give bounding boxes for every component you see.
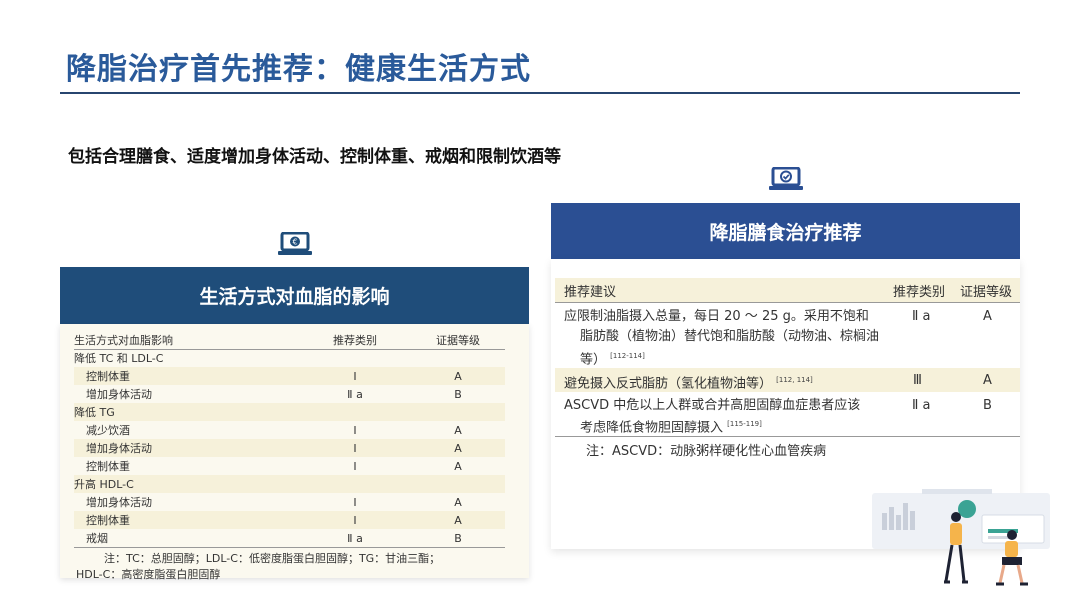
table-footnote: 注：TC：总胆固醇；LDL-C：低密度脂蛋白胆固醇；TG：甘油三酯； xyxy=(104,552,441,565)
table-bottom-rule xyxy=(555,436,1020,437)
group-label: 降低 TC 和 LDL-C xyxy=(74,352,164,365)
title-divider xyxy=(60,92,1020,94)
column-header: 证据等级 xyxy=(436,334,480,347)
column-header: 生活方式对血脂影响 xyxy=(74,334,173,347)
row-label: 增加身体活动 xyxy=(86,496,152,509)
table-row: 戒烟 Ⅱ a B xyxy=(74,529,505,548)
group-label: 降低 TG xyxy=(74,406,115,419)
table-header-row: 生活方式对血脂影响 推荐类别 证据等级 xyxy=(74,331,505,350)
row-label: 增加身体活动 xyxy=(86,388,152,401)
recommendation-text: 考虑降低食物胆固醇摄入 [115-119] xyxy=(580,415,762,437)
column-header: 推荐建议 xyxy=(564,284,617,300)
recommendation-text: ASCVD 中危以上人群或合并高胆固醇血症患者应该 xyxy=(564,398,861,413)
table-row: 控制体重 Ⅰ A xyxy=(74,457,505,475)
evidence-level: A xyxy=(454,513,462,527)
table-header-row: 推荐建议 推荐类别 证据等级 xyxy=(555,278,1020,303)
evidence-level: A xyxy=(454,495,462,509)
evidence-level: B xyxy=(454,531,462,545)
evidence-level: A xyxy=(454,441,462,455)
reference-citation: [115-119] xyxy=(727,420,762,428)
table-row: 降低 TG xyxy=(74,403,505,421)
reference-citation: [112, 114] xyxy=(776,376,813,384)
slide-title: 降脂治疗首先推荐：健康生活方式 xyxy=(66,52,531,87)
row-label: 控制体重 xyxy=(86,514,130,527)
recommendation-text: 脂肪酸（植物油）替代饱和脂肪酸（动物油、棕榈油 xyxy=(580,329,880,344)
evidence-level: A xyxy=(983,373,992,388)
recommendation-text: 考虑降低食物胆固醇摄入 xyxy=(580,420,724,436)
recommend-class: Ⅰ xyxy=(353,369,357,383)
recommend-class: Ⅱ a xyxy=(912,309,931,324)
column-header: 推荐类别 xyxy=(333,334,377,347)
people-chart-illustration xyxy=(872,485,1062,590)
table-row: 增加身体活动 Ⅰ A xyxy=(74,493,505,511)
table-row: 升高 HDL-C xyxy=(74,475,505,493)
reference-citation: [112-114] xyxy=(610,352,645,360)
recommendation-text: 等） [112-114] xyxy=(580,347,645,369)
recommend-class: Ⅰ xyxy=(353,441,357,455)
group-label: 升高 HDL-C xyxy=(74,478,134,491)
table-row: 增加身体活动 Ⅰ A xyxy=(74,439,505,457)
row-label: 控制体重 xyxy=(86,370,130,383)
evidence-level: B xyxy=(454,387,462,401)
recommendation-text: 应限制油脂摄入总量，每日 20 ～ 25 g。采用不饱和 xyxy=(564,309,869,324)
slide-subtitle: 包括合理膳食、适度增加身体活动、控制体重、戒烟和限制饮酒等 xyxy=(68,147,561,167)
table-footnote: 注：ASCVD：动脉粥样硬化性心血管疾病 xyxy=(586,444,827,459)
table-row: 减少饮酒 Ⅰ A xyxy=(74,421,505,439)
right-panel-title: 降脂膳食治疗推荐 xyxy=(709,221,862,244)
recommendation-text: 等） xyxy=(580,352,607,368)
recommend-class: Ⅰ xyxy=(353,495,357,509)
evidence-level: A xyxy=(454,423,462,437)
table-footnote: HDL-C：高密度脂蛋白胆固醇 xyxy=(76,568,221,581)
row-label: 减少饮酒 xyxy=(86,424,130,437)
recommend-class: Ⅲ xyxy=(913,373,922,388)
recommend-class: Ⅰ xyxy=(353,513,357,527)
evidence-level: A xyxy=(454,369,462,383)
svg-text:€: € xyxy=(292,238,297,247)
row-label: 控制体重 xyxy=(86,460,130,473)
column-header: 推荐类别 xyxy=(893,284,946,300)
recommendation-text: 避免摄入反式脂肪（氢化植物油等） xyxy=(564,376,773,392)
recommend-class: Ⅱ a xyxy=(347,387,363,401)
left-panel-title: 生活方式对血脂的影响 xyxy=(199,286,390,308)
recommendation-text: 避免摄入反式脂肪（氢化植物油等） [112, 114] xyxy=(564,371,813,393)
table-row: 控制体重 Ⅰ A xyxy=(74,511,505,529)
recommend-class: Ⅰ xyxy=(353,423,357,437)
evidence-level: A xyxy=(983,309,992,324)
lifestyle-lipid-table: 生活方式对血脂影响 推荐类别 证据等级 降低 TC 和 LDL-C 控制体重 Ⅰ… xyxy=(60,324,529,581)
row-label: 增加身体活动 xyxy=(86,442,152,455)
row-label: 戒烟 xyxy=(86,532,108,545)
evidence-level: B xyxy=(983,398,992,413)
evidence-level: A xyxy=(454,459,462,473)
laptop-currency-icon: € xyxy=(278,231,312,256)
column-header: 证据等级 xyxy=(960,284,1013,300)
laptop-check-icon xyxy=(769,166,803,191)
left-panel-header: 生活方式对血脂的影响 xyxy=(60,267,529,324)
table-row: 增加身体活动 Ⅱ a B xyxy=(74,385,505,403)
recommend-class: Ⅱ a xyxy=(347,531,363,545)
recommend-class: Ⅱ a xyxy=(912,398,931,413)
table-row: 控制体重 Ⅰ A xyxy=(74,367,505,385)
table-row: 降低 TC 和 LDL-C xyxy=(74,349,505,367)
recommend-class: Ⅰ xyxy=(353,459,357,473)
right-panel-header: 降脂膳食治疗推荐 xyxy=(551,203,1020,259)
